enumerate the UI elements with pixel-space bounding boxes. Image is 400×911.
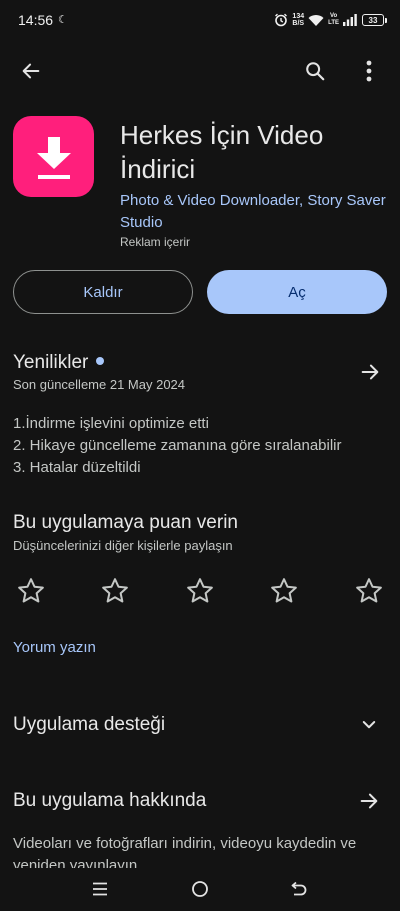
app-support-title[interactable]: Uygulama desteği: [13, 714, 165, 736]
arrow-back-icon: [22, 63, 40, 79]
more-options-button[interactable]: [349, 51, 389, 91]
net-speed: 134 B/S: [292, 13, 305, 27]
ads-note: Reklam içerir: [120, 235, 191, 249]
star-2-button[interactable]: [98, 574, 132, 608]
rate-subtitle: Düşüncelerinizi diğer kişilerle paylaşın: [13, 538, 233, 553]
app-icon: [13, 116, 94, 197]
release-notes: 1.İndirme işlevini optimize etti 2. Hika…: [13, 413, 342, 479]
star-outline-icon: [356, 578, 382, 603]
arrow-forward-icon: [360, 793, 378, 809]
uninstall-button[interactable]: Kaldır: [13, 270, 193, 314]
about-description: Videoları ve fotoğrafları indirin, video…: [13, 835, 357, 869]
more-vert-icon: [366, 60, 372, 82]
app-support-expand-button[interactable]: [349, 705, 389, 745]
download-icon: [36, 136, 71, 179]
new-indicator-dot: [96, 356, 105, 365]
status-indicators: 134 B/S Vo LTE 33: [274, 10, 387, 30]
dnd-moon-icon: ☾: [58, 14, 68, 26]
about-arrow-button[interactable]: [349, 781, 389, 821]
status-time: 14:56: [18, 12, 54, 28]
write-review-link[interactable]: Yorum yazın: [13, 639, 96, 656]
system-nav-bar: [0, 868, 400, 911]
search-button[interactable]: [295, 51, 335, 91]
back-nav-button[interactable]: [284, 876, 314, 902]
home-circle-icon: [192, 881, 208, 897]
star-outline-icon: [187, 578, 213, 603]
star-1-button[interactable]: [14, 574, 48, 608]
star-3-button[interactable]: [183, 574, 217, 608]
star-outline-icon: [271, 578, 297, 603]
search-icon: [306, 62, 325, 81]
alarm-icon: [275, 13, 288, 27]
battery-icon: 33: [362, 14, 387, 26]
star-outline-icon: [102, 578, 128, 603]
rating-stars: [0, 574, 400, 608]
release-note-item: 3. Hatalar düzeltildi: [13, 459, 141, 476]
app-title: Herkes İçin Video İndirici: [120, 120, 324, 184]
rate-title: Bu uygulamaya puan verin: [13, 512, 238, 533]
volte-indicator: Vo LTE: [328, 13, 339, 26]
star-4-button[interactable]: [267, 574, 301, 608]
back-gesture-icon: [291, 881, 307, 896]
open-button[interactable]: Aç: [207, 270, 387, 314]
recent-apps-button[interactable]: [85, 876, 115, 902]
back-button[interactable]: [11, 51, 51, 91]
whats-new-arrow-button[interactable]: [350, 352, 390, 392]
last-updated: Son güncelleme 21 May 2024: [13, 377, 186, 392]
developer-link[interactable]: Photo & Video Downloader, Story Saver St…: [120, 190, 390, 234]
home-button[interactable]: [185, 876, 215, 902]
whats-new-title: Yenilikler: [13, 352, 89, 373]
chevron-down-icon: [362, 721, 376, 729]
top-app-bar: [0, 48, 400, 94]
whats-new-header[interactable]: Yenilikler: [13, 352, 105, 374]
wifi-icon: [308, 14, 324, 26]
star-outline-icon: [18, 578, 44, 603]
arrow-forward-icon: [361, 364, 379, 380]
menu-lines-icon: [93, 882, 107, 896]
release-note-item: 2. Hikaye güncelleme zamanına göre sıral…: [13, 437, 342, 454]
about-title[interactable]: Bu uygulama hakkında: [13, 790, 206, 812]
release-note-item: 1.İndirme işlevini optimize etti: [13, 415, 209, 432]
status-bar: 14:56 ☾ 134 B/S Vo LTE 33: [0, 0, 400, 40]
star-5-button[interactable]: [352, 574, 386, 608]
signal-icon: [343, 14, 357, 26]
